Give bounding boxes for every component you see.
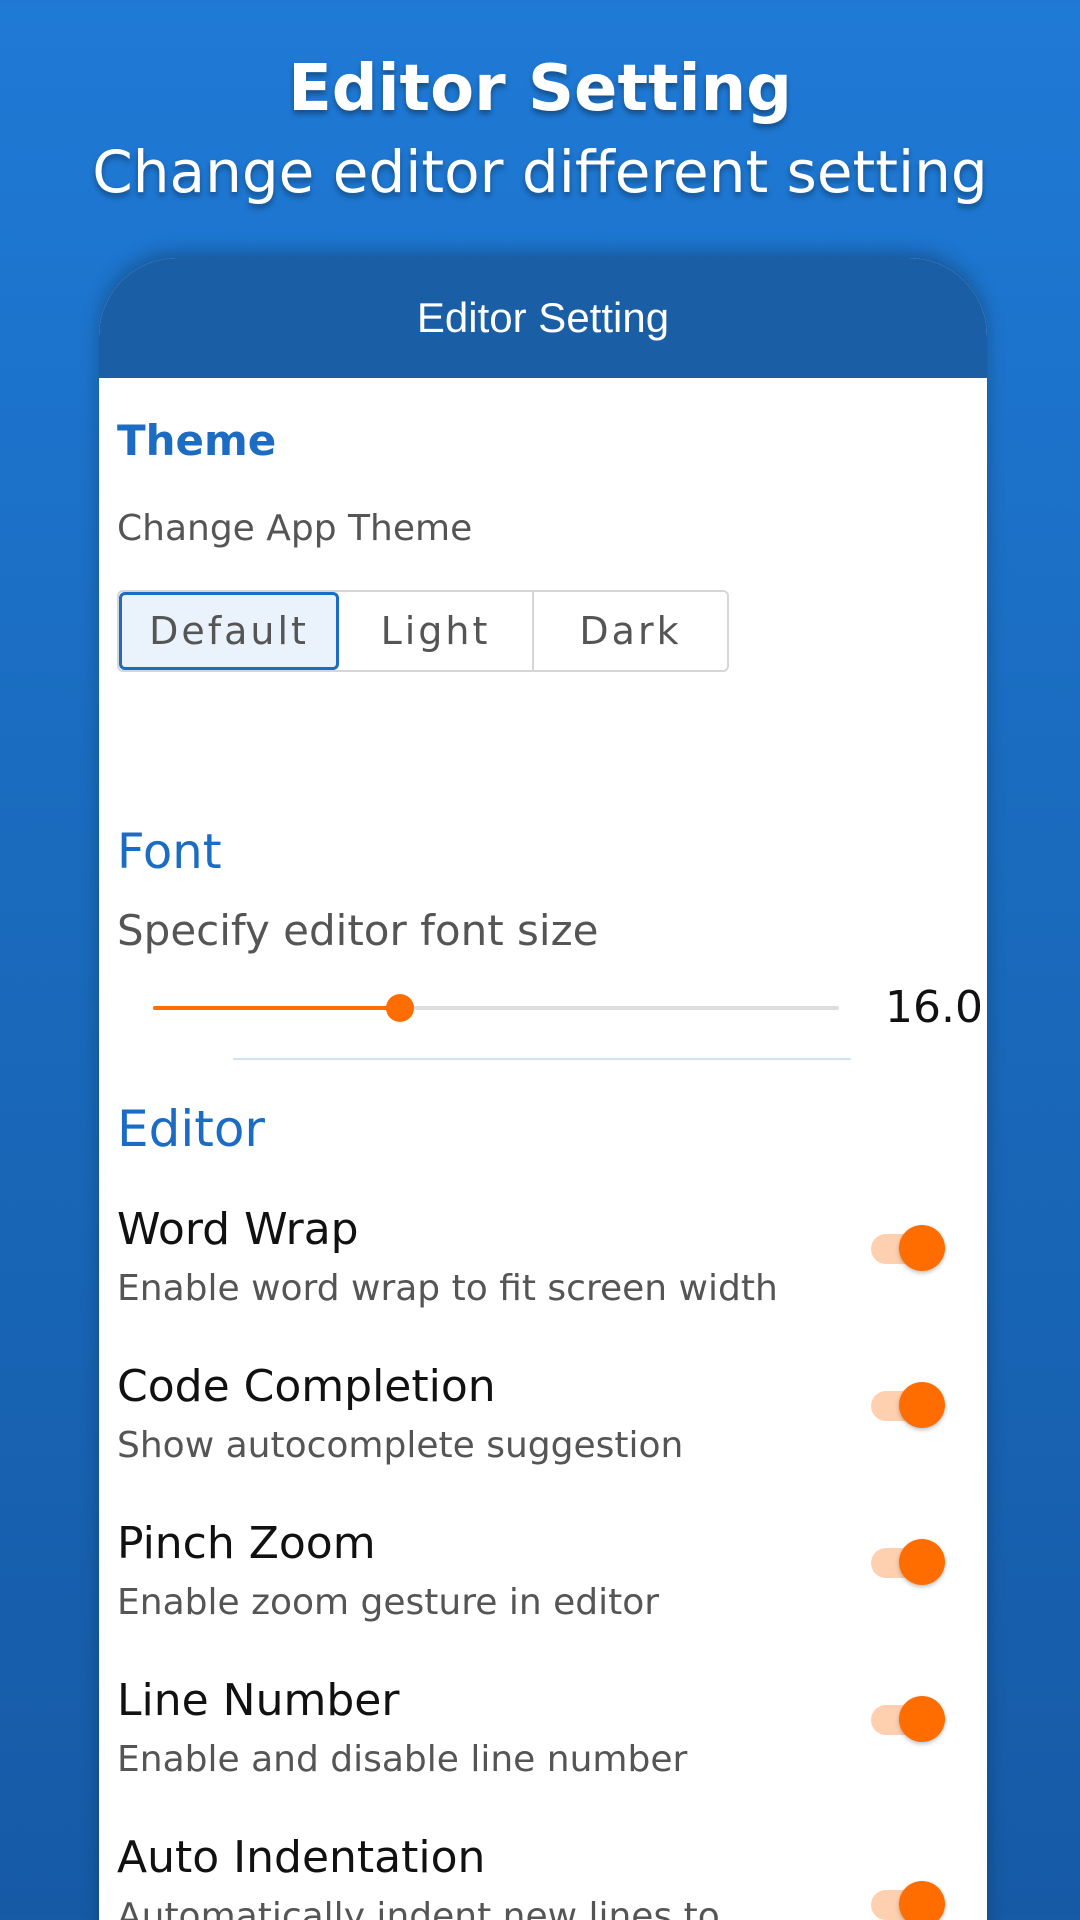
setting-title: Auto Indentation [117, 1832, 486, 1883]
app-bar: Editor Setting [99, 258, 987, 378]
theme-option-light[interactable]: Light [339, 592, 534, 670]
theme-caption: Change App Theme [117, 508, 473, 549]
font-size-slider[interactable] [153, 994, 839, 1022]
code-completion-toggle[interactable] [871, 1382, 945, 1428]
slider-thumb[interactable] [385, 994, 414, 1022]
setting-desc: Show autocomplete suggestion [117, 1425, 684, 1466]
slider-fill [153, 1006, 400, 1010]
divider [233, 1058, 851, 1060]
pinch-zoom-toggle[interactable] [871, 1539, 945, 1585]
toggle-knob [899, 1881, 945, 1920]
setting-row-line-number[interactable]: Line Number Enable and disable line numb… [117, 1675, 967, 1784]
setting-desc: Enable zoom gesture in editor [117, 1582, 660, 1623]
theme-option-default[interactable]: Default [119, 592, 339, 670]
hero-subtitle: Change editor different setting [92, 138, 988, 206]
setting-row-pinch-zoom[interactable]: Pinch Zoom Enable zoom gesture in editor [117, 1518, 967, 1627]
toggle-knob [899, 1225, 945, 1271]
section-font-label: Font [117, 824, 222, 880]
setting-title: Word Wrap [117, 1204, 359, 1255]
setting-row-word-wrap[interactable]: Word Wrap Enable word wrap to fit screen… [117, 1204, 967, 1313]
font-size-caption: Specify editor font size [117, 906, 599, 955]
toggle-knob [899, 1696, 945, 1742]
setting-desc: Automatically indent new lines to match … [117, 1896, 720, 1920]
setting-desc: Enable and disable line number [117, 1739, 688, 1780]
setting-desc: Enable word wrap to fit screen width [117, 1268, 778, 1309]
setting-title: Code Completion [117, 1361, 496, 1412]
word-wrap-toggle[interactable] [871, 1225, 945, 1271]
app-bar-title: Editor Setting [416, 294, 670, 341]
setting-title: Pinch Zoom [117, 1518, 376, 1569]
theme-segmented-control: Default Light Dark [117, 590, 729, 672]
toggle-knob [899, 1539, 945, 1585]
setting-row-auto-indentation[interactable]: Auto Indentation Automatically indent ne… [117, 1832, 967, 1920]
setting-title: Line Number [117, 1675, 400, 1726]
hero-title: Editor Setting [288, 52, 792, 126]
setting-row-code-completion[interactable]: Code Completion Show autocomplete sugges… [117, 1361, 967, 1470]
font-size-value: 16.0 [885, 982, 983, 1033]
toggle-knob [899, 1382, 945, 1428]
auto-indentation-toggle[interactable] [871, 1881, 945, 1920]
line-number-toggle[interactable] [871, 1696, 945, 1742]
theme-option-dark[interactable]: Dark [534, 592, 727, 670]
section-editor-label: Editor [117, 1100, 265, 1158]
section-theme-label: Theme [117, 416, 277, 465]
phone-frame: Editor Setting Theme Change App Theme De… [99, 258, 987, 1920]
